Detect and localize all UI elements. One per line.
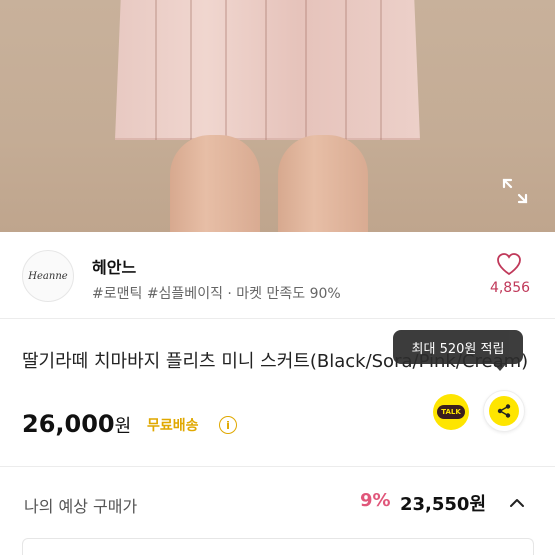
product-price: 26,000원 [22, 410, 131, 438]
share-icon [489, 396, 519, 426]
like-count: 4,856 [489, 280, 531, 296]
price-unit: 원 [114, 416, 132, 437]
seller-logo-text: Heanne [28, 270, 68, 282]
expected-price-row[interactable]: 나의 예상 구매가 9% 23,550원 [0, 467, 555, 537]
divider [0, 318, 555, 319]
seller-name[interactable]: 헤안느 [92, 254, 136, 278]
seller-section[interactable]: Heanne 헤안느 #로맨틱 #심플베이직 · 마켓 만족도 90% 4,85… [0, 232, 555, 318]
kakao-talk-button[interactable]: TALK [433, 394, 469, 430]
expected-price-label: 나의 예상 구매가 [24, 497, 138, 516]
discount-rate: 9% [360, 490, 391, 511]
points-tooltip: 최대 520원 적립 [393, 330, 523, 364]
heart-icon[interactable] [496, 252, 522, 276]
expand-icon[interactable] [500, 176, 530, 206]
seller-logo[interactable]: Heanne [22, 250, 74, 302]
seller-tags: #로맨틱 #심플베이직 · 마켓 만족도 90% [92, 286, 341, 302]
info-glyph: i [226, 418, 230, 432]
price-value: 26,000 [22, 410, 115, 438]
kakao-talk-icon: TALK [437, 405, 465, 419]
skirt-graphic [115, 0, 420, 140]
coupon-box [22, 538, 534, 555]
info-icon[interactable]: i [219, 416, 237, 434]
leg-graphic [170, 135, 260, 232]
product-image[interactable] [0, 0, 555, 232]
chevron-up-icon[interactable] [507, 493, 527, 513]
expected-price-amount: 23,550원 [400, 494, 487, 515]
leg-graphic [278, 135, 368, 232]
tooltip-tail [493, 363, 507, 371]
free-shipping-label: 무료배송 [147, 418, 199, 434]
share-button[interactable] [483, 390, 525, 432]
